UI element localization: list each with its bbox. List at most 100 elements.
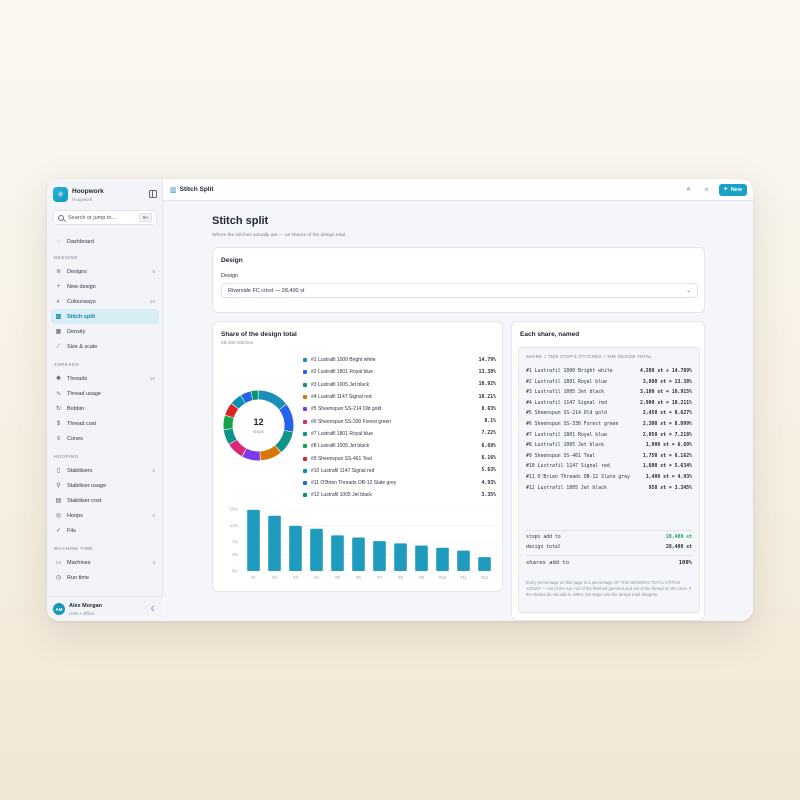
page-title: Stitch split <box>212 215 269 227</box>
sidebar-item-count: 29 <box>149 299 155 304</box>
new-button[interactable]: + New <box>718 183 747 196</box>
legend-item: #12 Lustrafil 1005 Jet black 3.35% <box>303 489 496 501</box>
sidebar-item-stabilisers[interactable]: ▯ Stabilisers 5 <box>51 463 159 478</box>
share-card-title: Share of the design total <box>221 331 297 338</box>
x-tick-label: #5 <box>335 575 340 580</box>
donut-legend: #1 Lustrafil 1000 Bright white 14.79% #2 L… <box>303 354 496 502</box>
legend-value: 8.1% <box>484 419 496 425</box>
spool-icon: ✺ <box>55 375 62 382</box>
sidebar-item-label: Cones <box>67 435 83 442</box>
calculation-row-value: 1,750 st = 6.162% <box>642 453 692 459</box>
sidebar-item-run-time[interactable]: ◷ Run time <box>51 570 159 585</box>
sidebar-item-threads[interactable]: ✺ Threads 10 <box>51 371 159 386</box>
sidebar-item-fits[interactable]: ✓ Fits <box>51 523 159 538</box>
calculation-row-value: 1,400 st = 4.93% <box>645 474 692 480</box>
sidebar-item-machines[interactable]: ▭ Machines 3 <box>51 555 159 570</box>
bar <box>247 509 260 571</box>
sidebar-item-colourways[interactable]: ◐ Colourways 29 <box>51 294 159 309</box>
x-tick-label: #1 <box>251 575 256 580</box>
palette-icon: ◐ <box>56 298 61 305</box>
bar <box>352 537 365 571</box>
printer-icon: ▭ <box>55 559 62 566</box>
search-input[interactable]: Search or jump to... ⌘K <box>53 210 157 225</box>
plus-icon: + <box>723 186 728 193</box>
sidebar-item-size-scale[interactable]: ⟋ Size & scale <box>51 339 159 354</box>
calculation-header: SHARE = THIS STOP'S STITCHES ÷ THE DESIG… <box>526 354 653 359</box>
sidebar-item-count: 8 <box>152 269 155 274</box>
legend-swatch <box>303 382 307 387</box>
calculation-row-value: 2,050 st = 7.218% <box>642 432 692 438</box>
wand-icon: ⚲ <box>56 482 61 489</box>
calculation-row: #4 Lustrafil 1147 Signal red 2,900 st = 1… <box>526 400 692 407</box>
legend-value: 5.63% <box>481 468 496 474</box>
layers-icon: ≋ <box>55 268 62 275</box>
calculation-row-name: #5 Sheenspun SS-214 Old gold <box>526 411 607 417</box>
y-tick-label: 15% <box>230 507 239 512</box>
legend-label: #5 Sheenspun SS-214 Old gold <box>311 406 382 413</box>
calculation-row: #3 Lustrafil 1005 Jet black 3,100 st = 10… <box>526 389 692 396</box>
moon-icon[interactable]: ☾ <box>151 605 157 613</box>
sidebar-item-stabiliser-usage[interactable]: ⚲ Stabiliser usage <box>51 478 159 493</box>
legend-value: 8.63% <box>481 406 496 412</box>
calculation-rows: #1 Lustrafil 1000 Bright white 4,200 st ÷… <box>526 368 692 495</box>
sun-icon[interactable]: ☼ <box>701 184 713 196</box>
legend-swatch <box>303 407 307 412</box>
calculation-row-name: #6 Sheenspun SS-330 Forest green <box>526 421 619 427</box>
sidebar-item-density[interactable]: ▦ Density <box>51 324 159 339</box>
legend-label: #1 Lustrafil 1000 Bright white <box>311 357 376 364</box>
x-tick-label: #11 <box>460 575 467 580</box>
legend-value: 6.16% <box>481 456 496 462</box>
legend-value: 4.93% <box>481 480 496 486</box>
calculation-row-value: 2,450 st = 8.627% <box>642 411 692 417</box>
stops-total-value: 28,400 st <box>666 535 692 540</box>
sidebar-item-thread-usage[interactable]: ∿ Thread usage <box>51 386 159 401</box>
workspace-name: Hoopwork <box>72 196 93 202</box>
donut-slice <box>279 404 294 432</box>
sidebar-item-cones[interactable]: ≡ Cones <box>51 431 159 446</box>
legend-value: 10.92% <box>478 382 496 388</box>
sidebar-item-dashboard[interactable]: ◌ Dashboard <box>51 234 159 249</box>
sidebar-item-stitch-split[interactable]: ▥ Stitch split <box>51 309 159 324</box>
user-name: Alex Morgan <box>69 602 103 609</box>
calculation-row-name: #7 Lustrafil 1801 Royal blue <box>526 432 607 438</box>
sidebar-item-label: New design <box>67 283 96 290</box>
sidebar-item-label: Stabilisers <box>67 467 93 474</box>
nav-section-title: HOOPING <box>54 454 79 459</box>
x-tick-label: #7 <box>377 575 382 580</box>
receipt-icon: ▤ <box>55 497 62 504</box>
page-subtitle: Where the stitches actually are — as sha… <box>212 233 346 238</box>
user-panel[interactable]: AM Alex Morgan USD • offline ☾ <box>47 596 163 621</box>
sidebar-item-thread-cost[interactable]: $ Thread cost <box>51 416 159 431</box>
search-icon <box>58 214 64 221</box>
donut-slice <box>251 390 258 401</box>
brand[interactable]: ✳ Hoopwork Hoopwork <box>53 187 157 202</box>
design-card: Design Design Riverside FC crest — 28,40… <box>212 247 705 313</box>
search-icon[interactable]: ⌕ <box>683 184 695 196</box>
named-card: Each share, named SHARE = THIS STOP'S ST… <box>511 321 705 621</box>
sidebar-item-stabiliser-cost[interactable]: ▤ Stabiliser cost <box>51 493 159 508</box>
design-select[interactable]: Riverside FC crest — 28,400 st ⌄ <box>221 283 698 298</box>
legend-swatch <box>303 468 307 473</box>
calculation-row: #5 Sheenspun SS-214 Old gold 2,450 st = 8… <box>526 410 692 417</box>
sidebar-item-new-design[interactable]: + New design <box>51 279 159 294</box>
named-card-title: Each share, named <box>520 331 580 338</box>
calculation-row-value: 4,200 st ÷ 14.789% <box>640 369 692 374</box>
sidebar-item-count: 10 <box>149 376 155 381</box>
sidebar-item-hoops[interactable]: ◎ Hoops 6 <box>51 508 159 523</box>
sidebar-item-designs[interactable]: ≋ Designs 8 <box>51 264 159 279</box>
donut-slice <box>223 415 234 430</box>
stops-total-row: stops add to 28,400 st <box>526 535 692 540</box>
legend-label: #10 Lustrafil 1147 Signal red <box>311 467 375 474</box>
sidebar-item-label: Stabiliser cost <box>67 497 102 504</box>
sidebar-collapse-icon[interactable] <box>149 190 157 198</box>
calculation-row-name: #9 Sheenspun SS-461 Teal <box>526 453 596 459</box>
sidebar-item-bobbin[interactable]: ↻ Bobbin <box>51 401 159 416</box>
cone-icon: ≡ <box>56 435 61 442</box>
legend-item: #4 Lustrafil 1147 Signal red 10.21% <box>303 391 496 403</box>
legend-swatch <box>303 493 307 498</box>
nav-section-title: DESIGNS <box>54 255 78 260</box>
main-area: ▥ Stitch Split ⌕ ☼ + New Stitch split Wh… <box>163 179 753 621</box>
divider <box>526 530 692 531</box>
donut-slice <box>275 430 293 453</box>
topbar-title: Stitch Split <box>179 186 214 193</box>
